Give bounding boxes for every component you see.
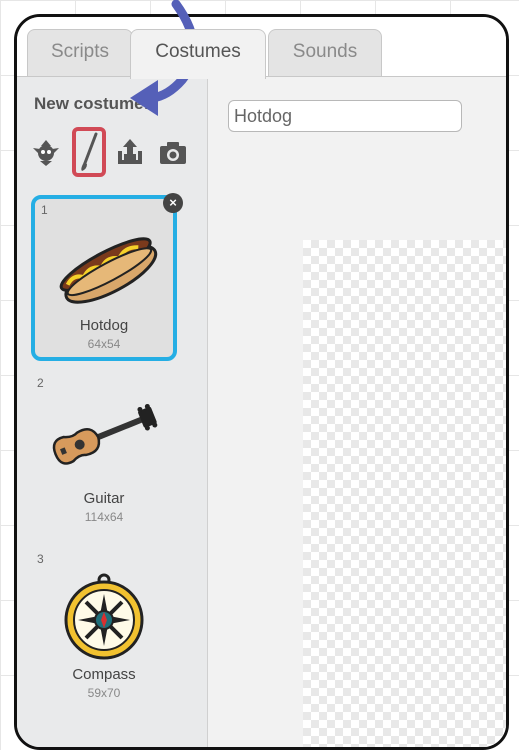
delete-costume-icon[interactable]: × bbox=[163, 193, 183, 213]
tab-sounds[interactable]: Sounds bbox=[268, 29, 382, 77]
costume-number: 1 bbox=[41, 203, 48, 217]
guitar-thumbnail bbox=[52, 403, 158, 465]
costume-item-guitar[interactable]: 2 Guitar 114x64 bbox=[31, 372, 177, 538]
costume-name: Guitar bbox=[83, 490, 125, 507]
costume-name: Hotdog bbox=[79, 317, 129, 334]
paintbrush-icon bbox=[81, 132, 98, 171]
costume-number: 3 bbox=[37, 552, 44, 566]
upload-icon[interactable] bbox=[115, 137, 145, 167]
costume-name: Compass bbox=[72, 666, 136, 683]
camera-icon[interactable] bbox=[158, 137, 188, 167]
tab-costumes[interactable]: Costumes bbox=[130, 29, 266, 79]
costume-sidebar: New costume: 1 × Hotdog 64x54 2 Guitar 1… bbox=[17, 77, 208, 747]
compass-thumbnail bbox=[64, 573, 144, 660]
hotdog-thumbnail bbox=[59, 237, 158, 304]
sprite-library-icon[interactable] bbox=[31, 137, 61, 167]
drawing-canvas[interactable] bbox=[303, 240, 506, 747]
costume-size: 64x54 bbox=[87, 337, 121, 351]
costume-size: 59x70 bbox=[87, 686, 121, 700]
costume-name-input[interactable] bbox=[228, 100, 462, 132]
paintbrush-button[interactable] bbox=[72, 127, 106, 177]
screenshot-frame: Scripts Costumes Sounds New costume: 1 ×… bbox=[14, 14, 509, 750]
costume-item-hotdog[interactable]: 1 × Hotdog 64x54 bbox=[31, 193, 183, 361]
tab-bar: Scripts Costumes Sounds bbox=[17, 17, 506, 79]
paint-editor bbox=[208, 77, 506, 747]
costume-number: 2 bbox=[37, 376, 44, 390]
costume-size: 114x64 bbox=[84, 510, 124, 524]
costume-item-compass[interactable]: 3 Compass 59x70 bbox=[31, 548, 177, 714]
